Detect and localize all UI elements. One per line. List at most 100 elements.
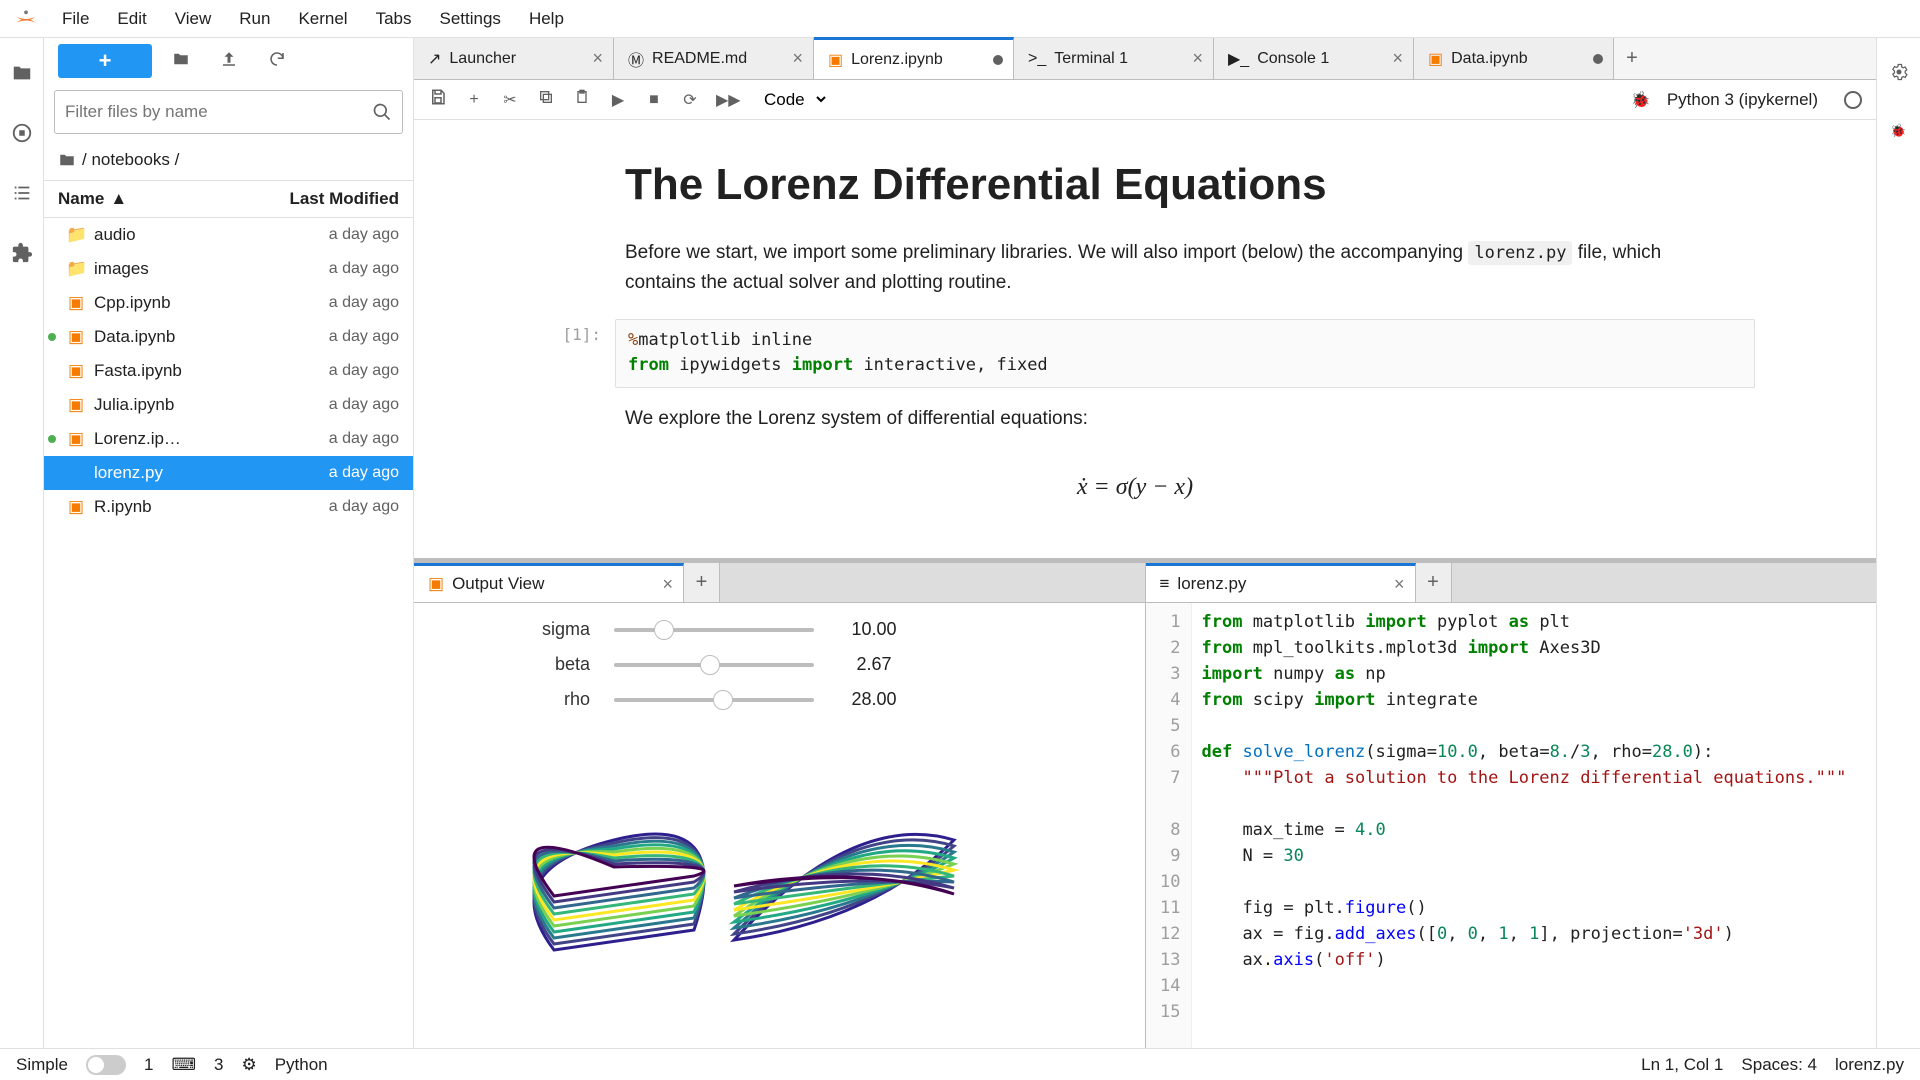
file-row[interactable]: ▣Julia.ipynba day ago [44,388,413,422]
kernel-icon: ⚙ [241,1055,256,1075]
file-row[interactable]: ▣Cpp.ipynba day ago [44,286,413,320]
stop-icon[interactable]: ■ [644,91,664,109]
code-cell[interactable]: [1]: %matplotlib inline from ipywidgets … [515,319,1755,388]
slider-input[interactable] [614,698,814,702]
restart-icon[interactable]: ⟳ [680,90,700,110]
tab-editor-file[interactable]: ≡ lorenz.py × [1146,563,1416,602]
tab-console-1[interactable]: ▶_Console 1× [1214,38,1414,79]
menu-tabs[interactable]: Tabs [362,3,426,34]
running-icon[interactable] [11,122,33,144]
simple-mode-toggle[interactable] [86,1055,126,1075]
file-time: a day ago [329,464,399,482]
slider-input[interactable] [614,628,814,632]
file-row[interactable]: ▣Lorenz.ip…a day ago [44,422,413,456]
file-row[interactable]: ▣Fasta.ipynba day ago [44,354,413,388]
close-icon[interactable]: × [1392,48,1403,69]
file-filter-input[interactable] [65,102,372,122]
run-icon[interactable]: ▶ [608,90,628,110]
terminals-count[interactable]: 1 [144,1055,153,1075]
tab-terminal-1[interactable]: >_Terminal 1× [1014,38,1214,79]
tab-data-ipynb[interactable]: ▣Data.ipynb [1414,38,1614,79]
file-list-header: Name ▲ Last Modified [44,181,413,218]
tab-readme-md[interactable]: ⓂREADME.md× [614,38,814,79]
running-dot-icon [48,435,56,443]
close-icon[interactable]: × [792,48,803,69]
tab-lorenz-ipynb[interactable]: ▣Lorenz.ipynb [814,37,1014,79]
close-icon[interactable]: × [1394,574,1405,595]
folder-icon [58,151,76,169]
editor-body[interactable]: 123456789101112131415 from matplotlib im… [1146,603,1877,1048]
file-time: a day ago [329,226,399,244]
file-row[interactable]: 📁imagesa day ago [44,252,413,286]
sort-asc-icon: ▲ [110,189,127,209]
extensions-icon[interactable] [11,242,33,264]
file-name: R.ipynb [94,497,329,517]
file-time: a day ago [329,430,399,448]
copy-icon[interactable] [536,89,556,110]
file-row[interactable]: ◆lorenz.pya day ago [44,456,413,490]
add-tab-button[interactable]: + [1416,563,1452,602]
dirty-indicator-icon [993,55,1003,65]
tab-launcher[interactable]: ↗Launcher× [414,38,614,79]
add-cell-icon[interactable]: + [464,91,484,109]
menu-settings[interactable]: Settings [426,3,515,34]
file-filter[interactable] [54,90,403,134]
output-body: sigma10.00beta2.67rho28.00 [414,603,1145,1048]
menubar: FileEditViewRunKernelTabsSettingsHelp [0,0,1920,38]
file-time: a day ago [329,260,399,278]
file-browser: + / notebooks / Name ▲ Last Modified 📁au… [44,38,414,1048]
cursor-position[interactable]: Ln 1, Col 1 [1641,1055,1723,1075]
menu-kernel[interactable]: Kernel [284,3,361,34]
breadcrumb[interactable]: / notebooks / [44,144,413,181]
slider-input[interactable] [614,663,814,667]
menu-edit[interactable]: Edit [103,3,160,34]
cut-icon[interactable]: ✂ [500,90,520,110]
tab-output-view[interactable]: ▣ Output View × [414,563,684,602]
cell-type-select[interactable]: Code [752,85,829,114]
tab-icon: >_ [1028,50,1046,68]
indent-status[interactable]: Spaces: 4 [1741,1055,1817,1075]
close-icon[interactable]: × [592,48,603,69]
kernels-count[interactable]: 3 [214,1055,223,1075]
menu-file[interactable]: File [48,3,103,34]
cell-code[interactable]: %matplotlib inline from ipywidgets impor… [615,319,1755,388]
language-mode[interactable]: Python [275,1055,328,1075]
close-icon[interactable]: × [662,574,673,595]
file-name: Cpp.ipynb [94,293,329,313]
menu-run[interactable]: Run [225,3,284,34]
cell-prompt: [1]: [515,319,615,388]
file-name: Data.ipynb [94,327,329,347]
toc-icon[interactable] [11,182,33,204]
menu-help[interactable]: Help [515,3,578,34]
add-tab-button[interactable]: + [1614,38,1650,79]
menu-view[interactable]: View [161,3,226,34]
save-icon[interactable] [428,88,448,111]
upload-button[interactable] [210,44,248,79]
property-inspector-icon[interactable] [1889,62,1909,85]
tab-label: Output View [452,574,544,594]
col-modified-label[interactable]: Last Modified [289,189,399,209]
file-row[interactable]: ▣R.ipynba day ago [44,490,413,524]
file-row[interactable]: 📁audioa day ago [44,218,413,252]
close-icon[interactable]: × [1192,48,1203,69]
new-folder-button[interactable] [162,44,200,79]
kernel-status-icon[interactable] [1844,91,1862,109]
col-name-label[interactable]: Name [58,189,104,209]
file-time: a day ago [329,328,399,346]
new-launcher-button[interactable]: + [58,44,152,78]
refresh-button[interactable] [258,44,296,79]
slider-label: sigma [434,619,614,640]
slider-rho: rho28.00 [434,689,1125,710]
paste-icon[interactable] [572,89,592,110]
run-all-icon[interactable]: ▶▶ [716,90,736,110]
slider-value: 28.00 [814,689,934,710]
file-row[interactable]: ▣Data.ipynba day ago [44,320,413,354]
activity-bar [0,38,44,1048]
bottom-split: ▣ Output View × + sigma10.00beta2.67rho2… [414,558,1876,1048]
debug-icon[interactable]: 🐞 [1631,90,1651,110]
folder-icon[interactable] [11,62,33,84]
debugger-icon[interactable]: 🐞 [1890,123,1906,139]
tab-icon: ↗ [428,49,441,69]
add-tab-button[interactable]: + [684,563,720,602]
kernel-name[interactable]: Python 3 (ipykernel) [1667,90,1818,110]
